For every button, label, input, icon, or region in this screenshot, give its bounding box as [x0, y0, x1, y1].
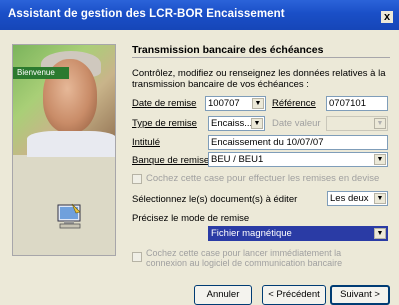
type-remise-dropdown[interactable]: Encaiss... ▼ — [208, 116, 265, 131]
type-remise-label: Type de remise — [132, 118, 197, 129]
heading-divider — [132, 57, 390, 58]
documents-dropdown[interactable]: Les deux ▼ — [327, 191, 388, 206]
chevron-down-icon[interactable]: ▼ — [374, 193, 386, 204]
wizard-sidebar: Bienvenue — [12, 44, 116, 256]
section-heading: Transmission bancaire des échéances — [132, 44, 324, 56]
intitule-value: Encaissement du 10/07/07 — [211, 137, 324, 148]
cancel-button[interactable]: Annuler — [194, 285, 252, 305]
next-button[interactable]: Suivant > — [330, 285, 390, 305]
mode-remise-dropdown[interactable]: Fichier magnétique ▼ — [208, 226, 388, 241]
welcome-tab: Bienvenue — [13, 67, 69, 79]
intitule-input[interactable]: Encaissement du 10/07/07 — [208, 135, 388, 150]
devise-checkbox-label: Cochez cette case pour effectuer les rem… — [146, 173, 380, 184]
banque-remise-label: Banque de remise — [132, 155, 210, 166]
chevron-down-icon[interactable]: ▼ — [374, 228, 386, 239]
chevron-down-icon: ▼ — [374, 118, 386, 129]
chevron-down-icon[interactable]: ▼ — [251, 118, 263, 129]
close-button[interactable]: x — [381, 11, 393, 23]
banque-remise-value: BEU / BEU1 — [211, 154, 264, 165]
devise-checkbox[interactable] — [132, 174, 142, 184]
chevron-down-icon[interactable]: ▼ — [252, 98, 264, 109]
documents-label: Sélectionnez le(s) document(s) à éditer — [132, 194, 298, 205]
intitule-label: Intitulé — [132, 137, 160, 148]
connexion-checkbox[interactable] — [132, 252, 142, 262]
section-description: Contrôlez, modifiez ou renseignez les do… — [132, 68, 386, 90]
connexion-checkbox-label: Cochez cette case pour lancer immédiatem… — [146, 248, 343, 268]
date-remise-label: Date de remise — [132, 98, 197, 109]
date-remise-dropdown[interactable]: 100707 ▼ — [205, 96, 266, 111]
reference-label: Référence — [272, 98, 316, 109]
mode-remise-label: Précisez le mode de remise — [132, 213, 250, 224]
reference-input[interactable]: 0707101 — [326, 96, 388, 111]
wizard-photo — [13, 45, 115, 157]
window-title: Assistant de gestion des LCR-BOR Encaiss… — [8, 8, 285, 20]
previous-button[interactable]: < Précédent — [262, 285, 326, 305]
wizard-window: Assistant de gestion des LCR-BOR Encaiss… — [0, 0, 399, 305]
mode-remise-value: Fichier magnétique — [211, 228, 292, 239]
date-remise-value: 100707 — [208, 98, 240, 109]
banque-remise-dropdown[interactable]: BEU / BEU1 ▼ — [208, 152, 388, 167]
type-remise-value: Encaiss... — [211, 118, 253, 129]
computer-wizard-icon — [55, 201, 85, 231]
title-bar[interactable]: Assistant de gestion des LCR-BOR Encaiss… — [0, 0, 399, 30]
reference-value: 0707101 — [329, 98, 366, 109]
photo-shirt — [27, 131, 115, 157]
date-valeur-dropdown[interactable]: ▼ — [326, 116, 388, 131]
documents-value: Les deux — [330, 193, 369, 204]
date-valeur-label: Date valeur — [272, 118, 321, 129]
chevron-down-icon[interactable]: ▼ — [374, 154, 386, 165]
